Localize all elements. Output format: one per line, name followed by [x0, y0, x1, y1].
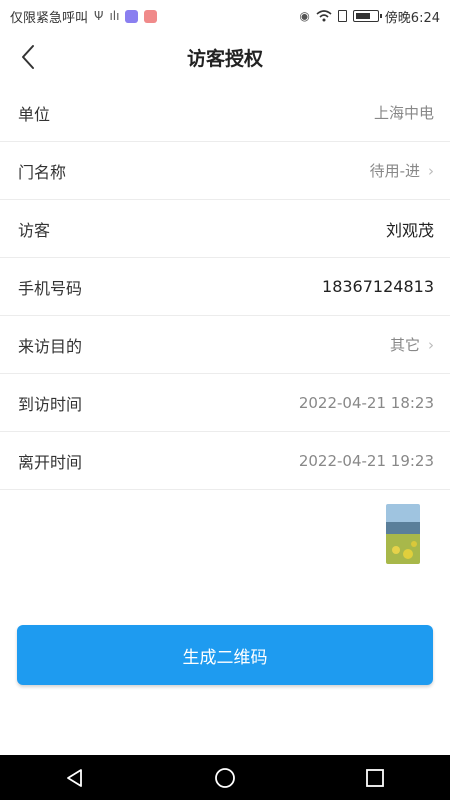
generate-qr-label: 生成二维码 [182, 647, 268, 668]
eye-icon: ◉ [299, 9, 310, 23]
visit-purpose-value: 其它 [389, 336, 420, 354]
recent-square-icon [366, 768, 384, 787]
row-phone: 手机号码 18367124813 [0, 258, 450, 316]
row-visit-purpose[interactable]: 来访目的 其它 › [0, 316, 450, 374]
nav-home-button[interactable] [205, 758, 245, 798]
page-title: 访客授权 [186, 47, 263, 70]
chevron-left-icon [22, 45, 34, 69]
visitor-photo-thumbnail[interactable] [386, 504, 420, 564]
nav-recent-button[interactable] [355, 758, 395, 798]
nav-back-button[interactable] [55, 758, 95, 798]
row-unit: 单位 上海中电 [0, 84, 450, 142]
back-triangle-icon [67, 768, 82, 787]
leave-time-value: 2022-04-21 19:23 [298, 451, 434, 470]
row-leave-time[interactable]: 离开时间 2022-04-21 19:23 [0, 432, 450, 490]
status-bar: 仅限紧急呼叫 Ψ ılı ◉ 傍晚6:24 [0, 0, 450, 32]
row-label: 来访目的 [18, 336, 83, 356]
battery-icon [352, 10, 382, 22]
chevron-right-icon: › [428, 335, 434, 354]
signal-icon: ılı [109, 9, 120, 23]
carrier-text: 仅限紧急呼叫 [10, 10, 89, 26]
visitor-value: 刘观茂 [385, 220, 434, 240]
app-icon-2 [144, 9, 158, 23]
app-icon [125, 9, 139, 23]
row-label: 访客 [18, 220, 51, 240]
arrival-time-value: 2022-04-21 18:23 [298, 393, 434, 412]
wifi-icon [316, 10, 332, 22]
status-right: ◉ 傍晚6:24 [299, 7, 440, 26]
photo-image [386, 504, 420, 564]
row-visitor: 访客 刘观茂 [0, 200, 450, 258]
status-time: 傍晚6:24 [384, 10, 440, 26]
chevron-right-icon: › [428, 161, 434, 180]
row-label: 到访时间 [18, 394, 83, 414]
form-list: 单位 上海中电 门名称 待用-进 › 访客 刘观茂 手机号码 183671248… [0, 84, 450, 490]
generate-qr-button[interactable]: 生成二维码 [17, 625, 433, 685]
row-arrival-time[interactable]: 到访时间 2022-04-21 18:23 [0, 374, 450, 432]
door-name-value: 待用-进 [369, 162, 420, 180]
unit-value: 上海中电 [373, 104, 434, 122]
row-label: 门名称 [18, 162, 67, 182]
home-circle-icon [215, 767, 235, 788]
row-label: 单位 [18, 104, 51, 124]
row-label: 离开时间 [18, 452, 83, 472]
row-door-name[interactable]: 门名称 待用-进 › [0, 142, 450, 200]
row-label: 手机号码 [18, 278, 83, 298]
usb-icon: Ψ [94, 9, 104, 23]
status-left: 仅限紧急呼叫 Ψ ılı [10, 7, 158, 26]
sim-icon [337, 10, 347, 22]
back-button[interactable] [14, 42, 42, 72]
phone-value: 18367124813 [322, 277, 434, 296]
header: 访客授权 [0, 32, 450, 82]
system-nav-bar [0, 755, 450, 800]
